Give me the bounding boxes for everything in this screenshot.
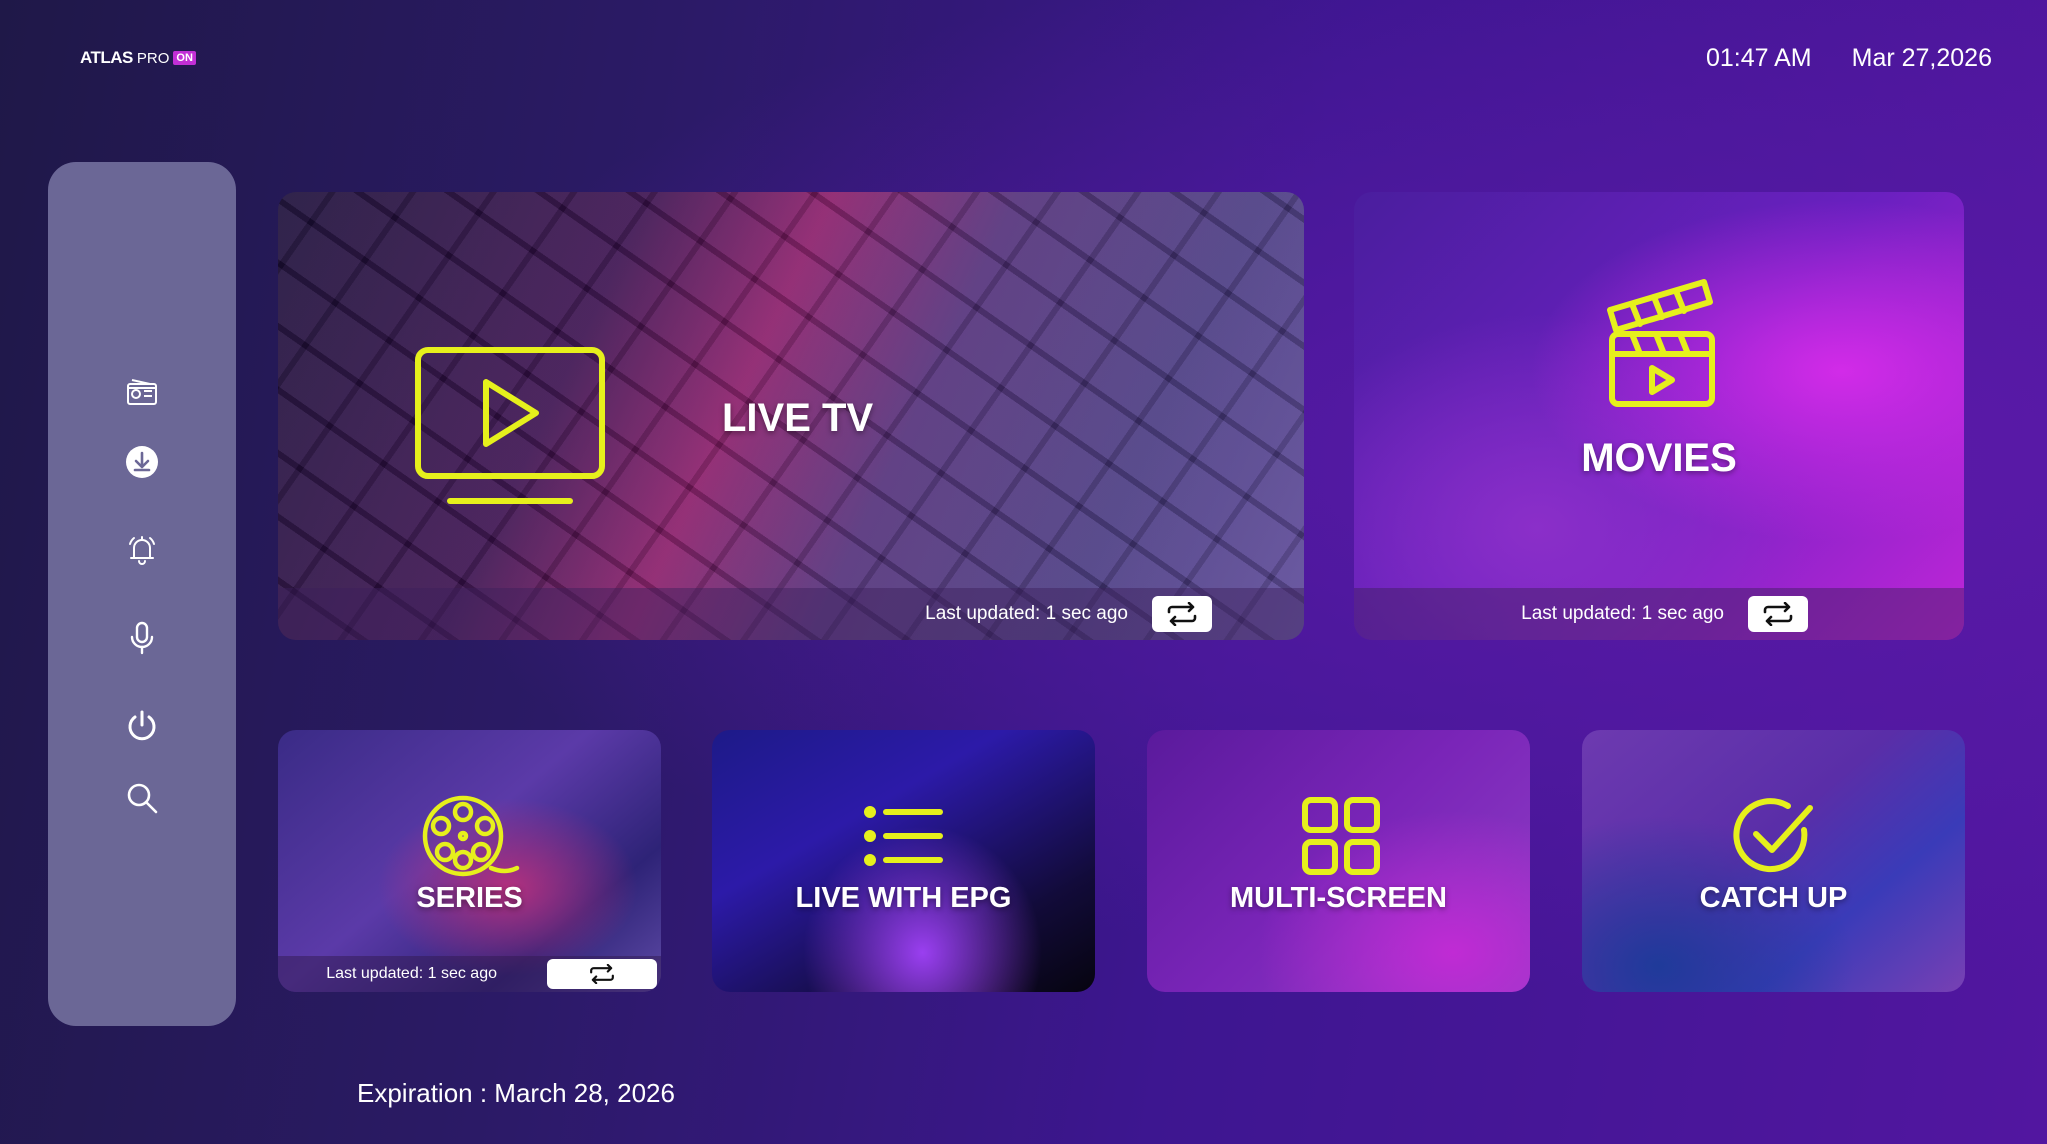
live-tv-label: LIVE TV xyxy=(722,396,874,440)
series-update-bar: Last updated: 1 sec ago xyxy=(278,956,661,992)
live-tv-update-bar: Last updated: 1 sec ago xyxy=(278,588,1304,640)
series-refresh-button[interactable] xyxy=(547,959,657,989)
refresh-icon xyxy=(1167,602,1197,626)
refresh-icon xyxy=(590,964,614,984)
movies-refresh-button[interactable] xyxy=(1748,596,1808,632)
series-updated: Last updated: 1 sec ago xyxy=(326,965,497,982)
series-label: SERIES xyxy=(416,882,523,914)
multi-screen-label: MULTI-SCREEN xyxy=(1230,882,1447,914)
current-time: 01:47 AM xyxy=(1705,44,1812,72)
clock: 01:47 AM Mar 27,2026 xyxy=(1706,44,1992,73)
radio-icon[interactable] xyxy=(122,372,162,412)
check-circle-icon xyxy=(1732,796,1816,883)
microphone-icon[interactable] xyxy=(122,618,162,658)
catch-up-card[interactable]: CATCH UP xyxy=(1582,730,1965,992)
current-date: Mar 27,2026 xyxy=(1851,44,1992,72)
logo-suffix: PRO xyxy=(136,49,170,67)
film-reel-icon xyxy=(421,794,521,885)
series-card[interactable]: SERIES Last updated: 1 sec ago xyxy=(278,730,661,992)
grid-icon xyxy=(1301,796,1381,881)
search-icon[interactable] xyxy=(122,778,162,818)
live-with-epg-card[interactable]: LIVE WITH EPG xyxy=(712,730,1095,992)
movies-label: MOVIES xyxy=(1581,436,1737,480)
bell-icon[interactable] xyxy=(122,530,162,570)
logo-brand: ATLAS xyxy=(80,48,133,67)
movies-card[interactable]: MOVIES Last updated: 1 sec ago xyxy=(1354,192,1964,640)
catch-up-label: CATCH UP xyxy=(1699,882,1848,914)
refresh-icon xyxy=(1763,602,1793,626)
expiration-text: Expiration : March 28, 2026 xyxy=(357,1078,675,1108)
list-icon xyxy=(864,804,944,873)
live-tv-refresh-button[interactable] xyxy=(1152,596,1212,632)
download-icon[interactable] xyxy=(122,442,162,482)
tv-play-icon xyxy=(412,344,608,515)
sidebar xyxy=(48,162,236,1026)
multi-screen-card[interactable]: MULTI-SCREEN xyxy=(1147,730,1530,992)
clapperboard-icon xyxy=(1602,274,1718,415)
live-tv-card[interactable]: LIVE TV Last updated: 1 sec ago xyxy=(278,192,1304,640)
logo-badge: ON xyxy=(173,51,196,65)
app-logo: ATLAS PRO ON xyxy=(80,48,196,68)
live-tv-updated: Last updated: 1 sec ago xyxy=(925,603,1128,624)
movies-updated: Last updated: 1 sec ago xyxy=(1521,603,1724,624)
power-icon[interactable] xyxy=(122,706,162,746)
live-with-epg-label: LIVE WITH EPG xyxy=(795,882,1012,914)
movies-update-bar: Last updated: 1 sec ago xyxy=(1354,588,1964,640)
